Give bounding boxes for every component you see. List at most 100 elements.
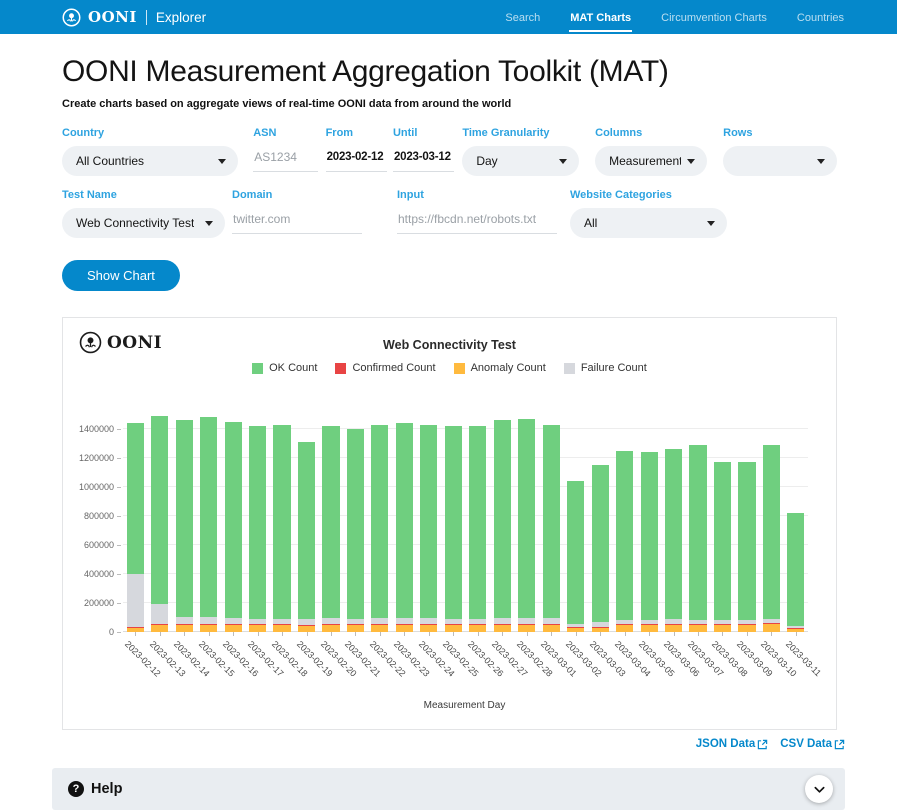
- bar-2023-03-05[interactable]: [637, 400, 661, 632]
- x-axis-slot: 2023-02-15: [196, 632, 220, 698]
- bar-2023-03-03[interactable]: [588, 400, 612, 632]
- legend-item[interactable]: Anomaly Count: [454, 362, 546, 374]
- x-axis-tick: [429, 632, 430, 636]
- show-chart-button[interactable]: Show Chart: [62, 260, 180, 291]
- x-axis-tick: [233, 632, 234, 636]
- bar-segment: [371, 625, 388, 632]
- bar-segment: [249, 426, 266, 618]
- bar-2023-03-02[interactable]: [563, 400, 587, 632]
- bar-2023-02-18[interactable]: [270, 400, 294, 632]
- brand[interactable]: OONI Explorer: [62, 8, 206, 27]
- columns-label: Columns: [595, 127, 707, 139]
- legend-label: Failure Count: [581, 362, 647, 374]
- columns-select[interactable]: Measurement Day: [595, 146, 707, 176]
- input-input[interactable]: [397, 208, 557, 234]
- bar-segment: [592, 465, 609, 622]
- y-axis-tick-label: 800000: [84, 511, 114, 521]
- bar-2023-03-09[interactable]: [735, 400, 759, 632]
- bar-segment: [494, 420, 511, 618]
- legend-swatch-icon: [454, 363, 465, 374]
- x-axis-tick: [600, 632, 601, 636]
- from-date-input[interactable]: [326, 146, 387, 172]
- bar-2023-02-23[interactable]: [392, 400, 416, 632]
- legend-item[interactable]: OK Count: [252, 362, 317, 374]
- stacked-bar: [347, 429, 364, 632]
- nav-mat-charts[interactable]: MAT Charts: [569, 3, 632, 32]
- nav-search[interactable]: Search: [504, 3, 541, 32]
- website-categories-select[interactable]: All: [570, 208, 727, 238]
- country-select-value: All Countries: [76, 154, 144, 168]
- bar-2023-02-12[interactable]: [123, 400, 147, 632]
- x-axis-slot: 2023-03-08: [710, 632, 734, 698]
- bar-2023-02-22[interactable]: [368, 400, 392, 632]
- legend-item[interactable]: Confirmed Count: [335, 362, 435, 374]
- bar-2023-02-25[interactable]: [441, 400, 465, 632]
- y-axis-tick-label: 400000: [84, 569, 114, 579]
- brand-product: Explorer: [156, 10, 206, 25]
- x-axis-slot: 2023-02-14: [172, 632, 196, 698]
- legend-item[interactable]: Failure Count: [564, 362, 647, 374]
- asn-input[interactable]: [253, 146, 317, 172]
- bar-2023-02-15[interactable]: [196, 400, 220, 632]
- help-label: Help: [91, 781, 122, 797]
- website-categories-label: Website Categories: [570, 189, 727, 201]
- x-axis-tick: [674, 632, 675, 636]
- until-date-input[interactable]: [393, 146, 454, 172]
- nav-circumvention-charts[interactable]: Circumvention Charts: [660, 3, 768, 32]
- rows-select[interactable]: [723, 146, 837, 176]
- website-categories-select-value: All: [584, 216, 597, 230]
- bar-2023-02-14[interactable]: [172, 400, 196, 632]
- legend-label: Anomaly Count: [471, 362, 546, 374]
- bar-2023-02-24[interactable]: [417, 400, 441, 632]
- chevron-down-icon: [559, 159, 567, 164]
- plot-area: [123, 400, 808, 632]
- stacked-bar: [225, 422, 242, 632]
- bar-2023-03-11[interactable]: [784, 400, 808, 632]
- stacked-bar: [689, 445, 706, 632]
- external-link-icon: [757, 739, 768, 750]
- bar-2023-02-21[interactable]: [343, 400, 367, 632]
- bar-2023-02-20[interactable]: [319, 400, 343, 632]
- time-granularity-select[interactable]: Day: [462, 146, 579, 176]
- json-data-link[interactable]: JSON Data: [696, 738, 768, 750]
- bar-2023-03-01[interactable]: [539, 400, 563, 632]
- country-select[interactable]: All Countries: [62, 146, 238, 176]
- bar-2023-03-04[interactable]: [612, 400, 636, 632]
- chevron-down-icon: [218, 159, 226, 164]
- bar-2023-03-06[interactable]: [661, 400, 685, 632]
- nav-countries[interactable]: Countries: [796, 3, 845, 32]
- bar-2023-02-19[interactable]: [294, 400, 318, 632]
- stacked-bar: [322, 426, 339, 632]
- chart-card: OONI Web Connectivity Test OK CountConfi…: [62, 317, 837, 730]
- time-granularity-label: Time Granularity: [462, 127, 579, 139]
- x-axis-tick: [698, 632, 699, 636]
- bar-segment: [518, 419, 535, 618]
- stacked-bar: [543, 425, 560, 632]
- ooni-logo-word: OONI: [107, 333, 162, 353]
- help-accordion[interactable]: ? Help: [52, 768, 845, 810]
- test-name-select[interactable]: Web Connectivity Test: [62, 208, 225, 238]
- columns-select-value: Measurement Day: [609, 154, 681, 168]
- bar-2023-02-26[interactable]: [466, 400, 490, 632]
- test-name-label: Test Name: [62, 189, 225, 201]
- bar-2023-02-17[interactable]: [245, 400, 269, 632]
- stacked-bar: [738, 462, 755, 632]
- bar-2023-02-13[interactable]: [147, 400, 171, 632]
- bar-2023-03-08[interactable]: [710, 400, 734, 632]
- help-expand-button[interactable]: [805, 775, 833, 803]
- x-axis-slot: 2023-03-02: [563, 632, 587, 698]
- bar-2023-02-16[interactable]: [221, 400, 245, 632]
- bar-2023-03-07[interactable]: [686, 400, 710, 632]
- x-axis-slot: 2023-03-05: [637, 632, 661, 698]
- x-axis-slot: 2023-03-11: [784, 632, 808, 698]
- bar-2023-03-10[interactable]: [759, 400, 783, 632]
- bar-segment: [200, 417, 217, 617]
- stacked-bar: [787, 513, 804, 632]
- domain-input[interactable]: [232, 208, 362, 234]
- bar-2023-02-28[interactable]: [515, 400, 539, 632]
- bar-2023-02-27[interactable]: [490, 400, 514, 632]
- csv-data-link[interactable]: CSV Data: [780, 738, 845, 750]
- bar-segment: [322, 426, 339, 618]
- stacked-bar: [200, 417, 217, 632]
- x-axis-slot: 2023-02-16: [221, 632, 245, 698]
